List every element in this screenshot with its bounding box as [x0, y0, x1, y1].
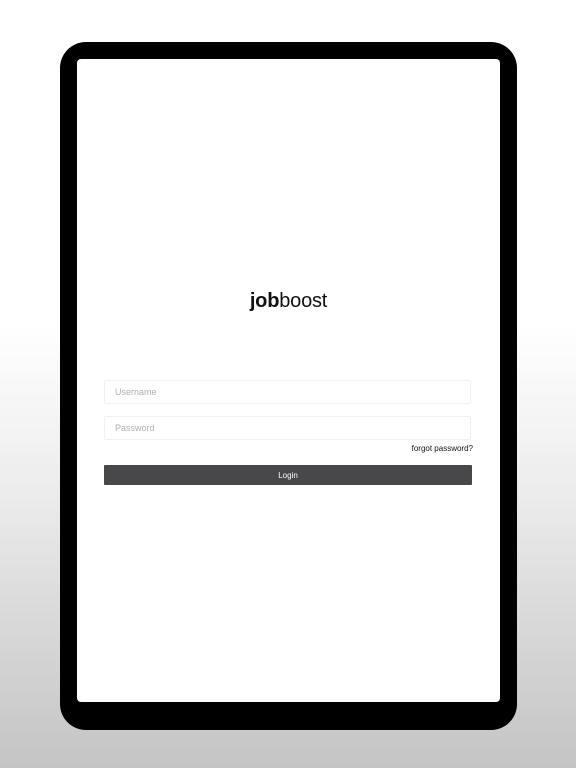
app-logo: jobboost — [77, 290, 500, 313]
logo-light-text: boost — [279, 290, 328, 312]
tablet-device-frame: jobboost forgot password? Login — [60, 42, 517, 730]
logo-bold-text: job — [249, 290, 280, 312]
password-input[interactable] — [104, 416, 471, 440]
app-screen: jobboost forgot password? Login — [77, 59, 500, 702]
username-input[interactable] — [104, 380, 471, 404]
login-button[interactable]: Login — [104, 465, 472, 485]
forgot-password-link[interactable]: forgot password? — [412, 444, 473, 453]
